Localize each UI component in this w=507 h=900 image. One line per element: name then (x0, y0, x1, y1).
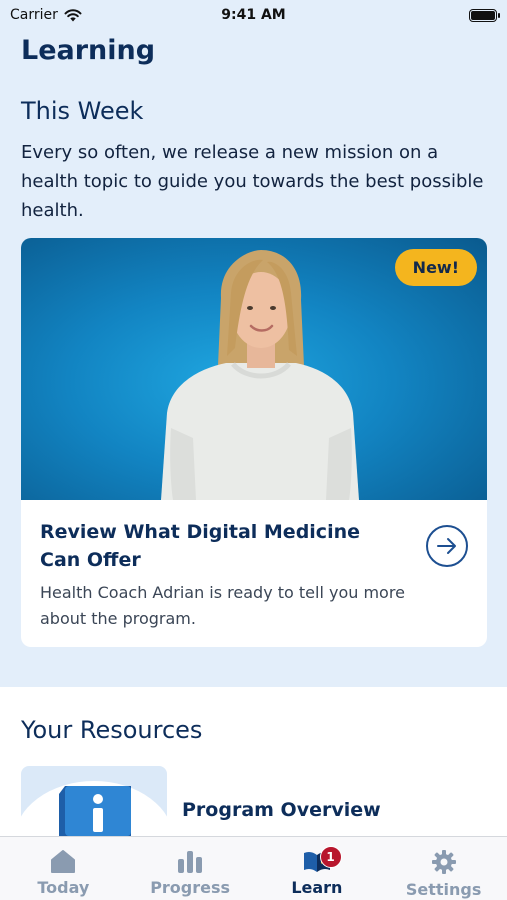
card-title[interactable]: Review What Digital Medicine Can Offer (40, 518, 380, 574)
program-overview-thumbnail[interactable] (21, 766, 167, 836)
home-icon (51, 850, 76, 873)
tab-progress-label: Progress (150, 878, 231, 897)
tab-today-label: Today (37, 878, 90, 897)
info-icon (21, 781, 167, 836)
this-week-title: This Week (21, 97, 144, 125)
battery-icon (469, 8, 500, 22)
tab-learn[interactable]: 1 Learn (254, 837, 381, 900)
tab-learn-label: Learn (291, 878, 343, 897)
gear-icon (431, 850, 456, 874)
status-bar: Carrier 9:41 AM (0, 0, 507, 30)
resource-item-program-overview[interactable]: Program Overview (182, 799, 381, 821)
tab-settings[interactable]: Settings (380, 837, 507, 900)
page-title: Learning (21, 35, 156, 66)
tab-today[interactable]: Today (0, 837, 127, 900)
featured-mission-card[interactable]: New! Review What Digital Medicine Can Of… (21, 238, 487, 647)
new-badge: New! (394, 249, 477, 286)
wifi-icon (64, 8, 82, 21)
tab-progress[interactable]: Progress (127, 837, 254, 900)
coach-video-thumbnail[interactable]: New! (21, 238, 487, 500)
bar-chart-icon (178, 851, 203, 873)
arrow-right-icon[interactable] (426, 525, 468, 567)
card-description: Health Coach Adrian is ready to tell you… (40, 583, 405, 628)
learn-badge: 1 (319, 846, 342, 868)
carrier-label: Carrier (10, 7, 58, 23)
tab-settings-label: Settings (405, 880, 482, 899)
resources-title: Your Resources (21, 716, 203, 744)
this-week-intro: Every so often, we release a new mission… (21, 142, 484, 221)
tab-bar: Today Progress 1 Learn Settings (0, 836, 507, 900)
